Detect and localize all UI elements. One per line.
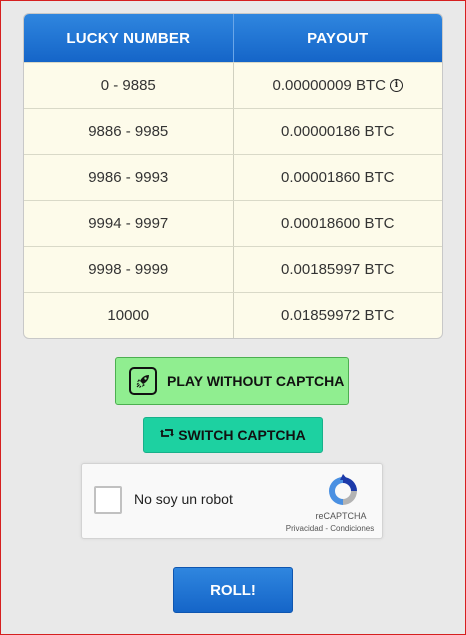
payout-cell: 0.00000186 BTC	[232, 109, 443, 154]
captcha-checkbox[interactable]	[94, 486, 122, 514]
recaptcha-links: Privacidad - Condiciones	[278, 524, 382, 533]
table-row: 9998 - 9999 0.00185997 BTC	[24, 246, 442, 292]
table-row: 0 - 9885 0.00000009 BTC i	[24, 62, 442, 108]
header-lucky-number: LUCKY NUMBER	[66, 29, 191, 47]
range-cell: 9886 - 9985	[88, 123, 169, 140]
range-cell: 9998 - 9999	[88, 261, 169, 278]
range-cell: 0 - 9885	[100, 77, 156, 94]
roll-button[interactable]: ROLL!	[173, 567, 293, 613]
table-row: 9986 - 9993 0.00001860 BTC	[24, 154, 442, 200]
retweet-icon	[160, 426, 175, 444]
captcha-label: No soy un robot	[134, 491, 233, 507]
header-payout: PAYOUT	[232, 14, 443, 62]
play-without-captcha-button[interactable]: PLAY WITHOUT CAPTCHA	[115, 357, 349, 405]
table-header: LUCKY NUMBER PAYOUT	[24, 14, 442, 62]
switch-captcha-label: SWITCH CAPTCHA	[178, 427, 306, 443]
range-cell: 9986 - 9993	[88, 169, 169, 186]
payout-cell: 0.00018600 BTC	[232, 201, 443, 246]
recaptcha-brand: reCAPTCHA	[315, 511, 367, 521]
payout-table: LUCKY NUMBER PAYOUT 0 - 9885 0.00000009 …	[23, 13, 443, 339]
recaptcha-icon	[329, 474, 357, 505]
terms-link[interactable]: Condiciones	[330, 524, 374, 533]
range-cell: 9994 - 9997	[88, 215, 169, 232]
switch-captcha-button[interactable]: SWITCH CAPTCHA	[143, 417, 323, 453]
recaptcha-widget: No soy un robot reCAPTCHA Privacidad - C…	[81, 463, 383, 539]
payout-cell: 0.00185997 BTC	[232, 247, 443, 292]
payout-cell: 0.00000009 BTC i	[232, 63, 443, 108]
rocket-icon	[129, 367, 157, 395]
range-cell: 10000	[107, 307, 150, 324]
payout-value: 0.00000009 BTC	[272, 77, 386, 94]
table-row: 10000 0.01859972 BTC	[24, 292, 442, 338]
payout-cell: 0.01859972 BTC	[232, 293, 443, 338]
info-icon[interactable]: i	[389, 79, 403, 92]
play-without-captcha-label: PLAY WITHOUT CAPTCHA	[167, 373, 345, 389]
privacy-link[interactable]: Privacidad	[286, 524, 323, 533]
payout-cell: 0.00001860 BTC	[232, 155, 443, 200]
table-row: 9886 - 9985 0.00000186 BTC	[24, 108, 442, 154]
table-row: 9994 - 9997 0.00018600 BTC	[24, 200, 442, 246]
page-frame: LUCKY NUMBER PAYOUT 0 - 9885 0.00000009 …	[0, 0, 466, 635]
